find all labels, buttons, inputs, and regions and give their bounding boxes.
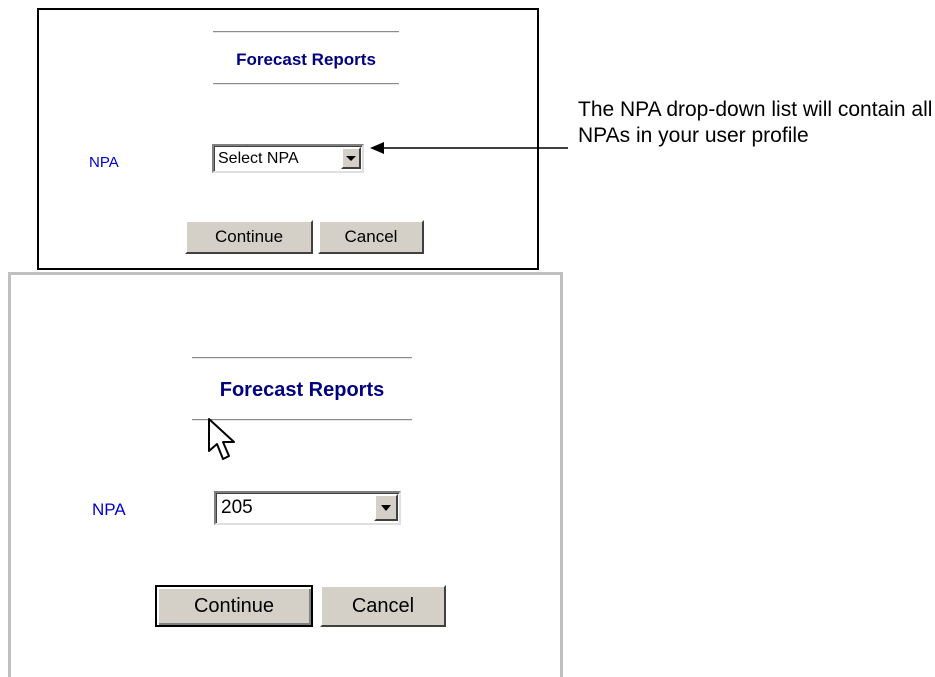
chevron-down-icon: [346, 156, 356, 161]
mouse-pointer-icon: [208, 418, 235, 460]
npa-select[interactable]: Select NPA: [212, 144, 364, 173]
callout-text: The NPA drop-down list will contain all …: [578, 98, 933, 147]
npa-label: NPA: [92, 500, 126, 519]
title-divider-bottom: [213, 83, 399, 85]
title-divider-top: [192, 357, 412, 359]
npa-select-dropdown-button[interactable]: [374, 494, 398, 521]
npa-select-value: 205: [221, 497, 253, 518]
arrow-left-icon: [370, 142, 568, 154]
title-divider-top: [213, 31, 399, 33]
page-title: Forecast Reports: [236, 50, 376, 69]
continue-button[interactable]: Continue: [185, 220, 313, 254]
npa-select[interactable]: 205: [214, 491, 401, 525]
npa-select-value: Select NPA: [218, 150, 299, 167]
npa-select-dropdown-button[interactable]: [341, 147, 361, 169]
cancel-button[interactable]: Cancel: [318, 220, 424, 254]
cancel-button[interactable]: Cancel: [320, 585, 446, 627]
page-title: Forecast Reports: [219, 379, 385, 401]
chevron-down-icon: [381, 505, 391, 511]
npa-label: NPA: [89, 154, 119, 171]
continue-button[interactable]: Continue: [155, 585, 313, 627]
forecast-reports-panel-bottom: Forecast Reports NPA 205 Continue Cancel: [8, 272, 563, 677]
